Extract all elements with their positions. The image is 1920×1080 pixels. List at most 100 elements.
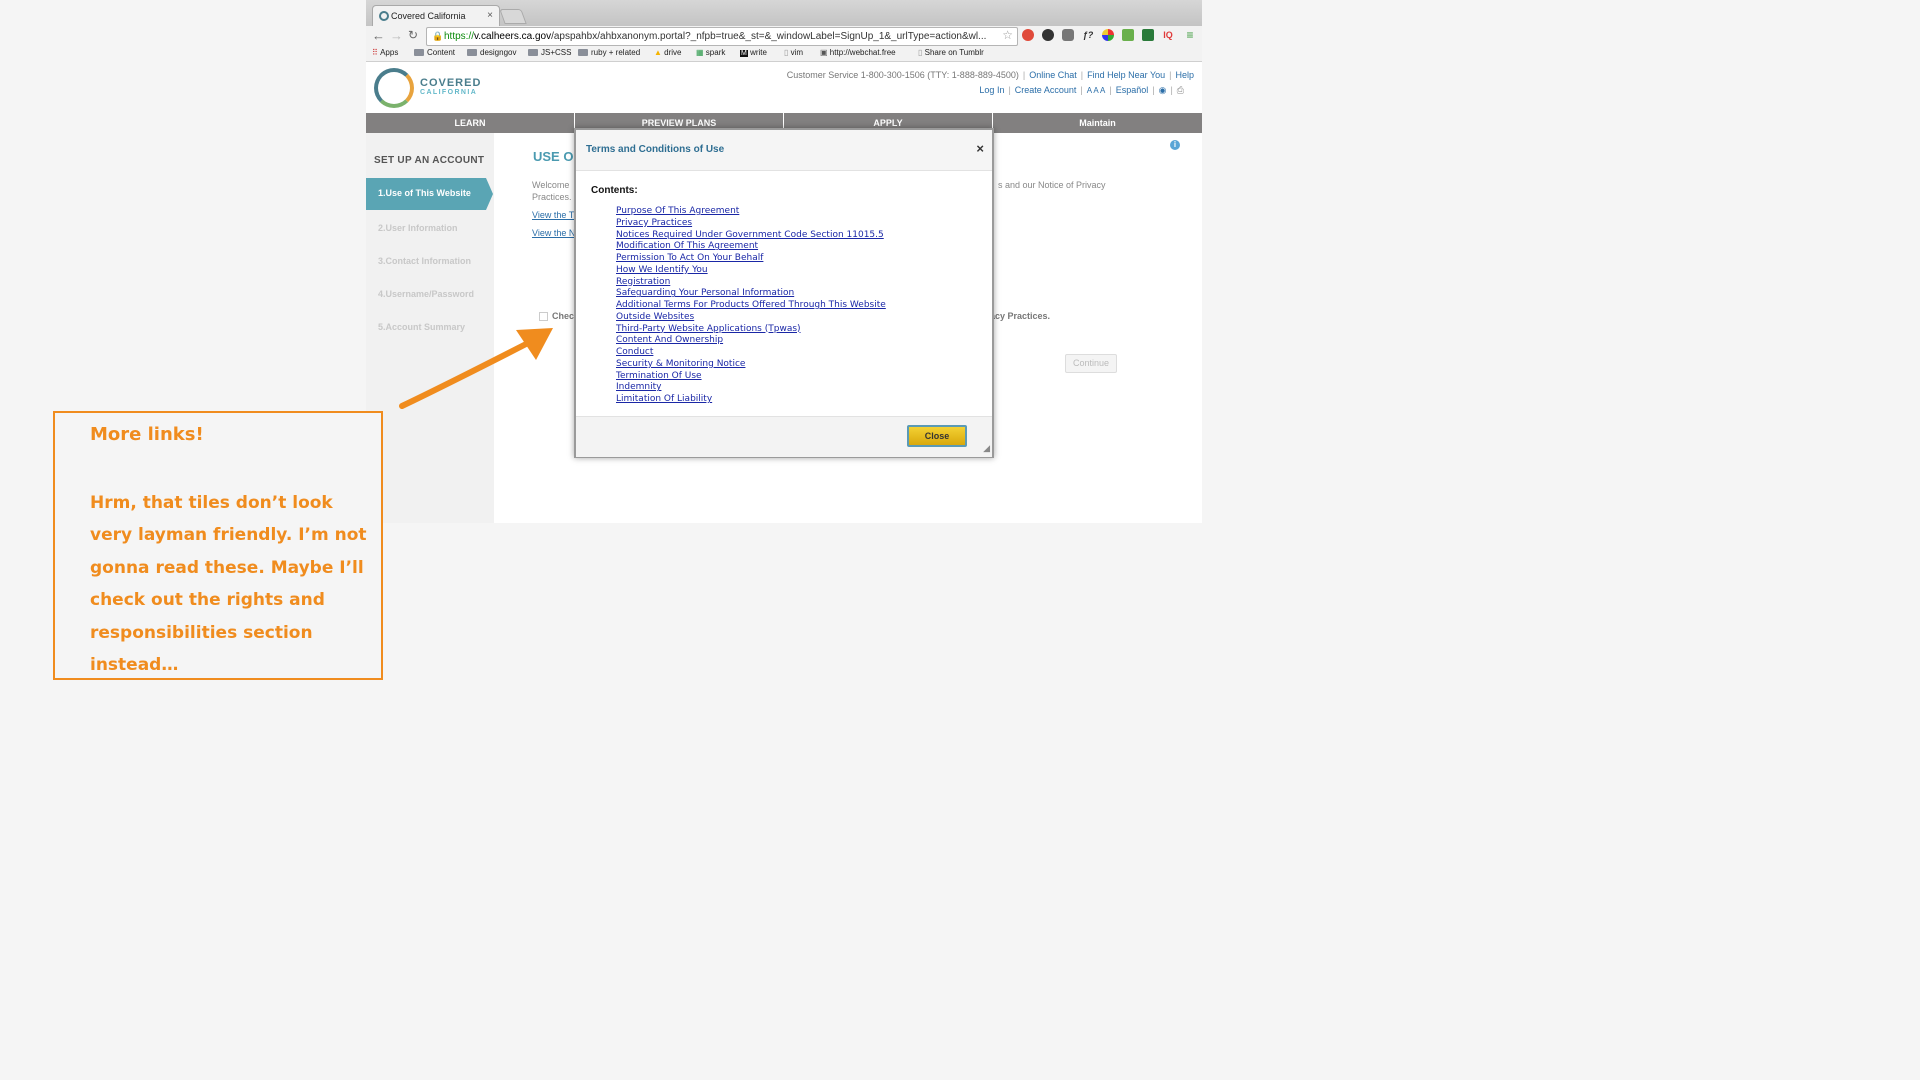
- nav-maintain[interactable]: Maintain: [993, 113, 1202, 133]
- annotation-body: Hrm, that tiles don’t look very layman f…: [90, 493, 367, 676]
- welcome-text: Welcome: [532, 180, 570, 190]
- toc-link[interactable]: Registration: [616, 277, 670, 287]
- continue-button[interactable]: Continue: [1065, 354, 1117, 373]
- tab-strip: Covered California ×: [366, 0, 1202, 27]
- view-notice-link[interactable]: View the N: [532, 228, 575, 238]
- bookmark-ruby[interactable]: ruby + related: [578, 48, 640, 57]
- create-account-link[interactable]: Create Account: [1015, 85, 1077, 95]
- log-in-link[interactable]: Log In: [979, 85, 1004, 95]
- list-item: Permission To Act On Your Behalf: [616, 252, 886, 264]
- toc-link[interactable]: Notices Required Under Government Code S…: [616, 230, 884, 240]
- bookmarks-bar: ⠿ Apps Content designgov JS+CSS ruby + r…: [366, 46, 1202, 62]
- pages-extension-icon[interactable]: [1122, 29, 1134, 41]
- list-item: How We Identify You: [616, 264, 886, 276]
- help-link[interactable]: Help: [1175, 70, 1194, 80]
- lock-icon: 🔒: [432, 31, 444, 41]
- bookmark-vim[interactable]: ▯ vim: [784, 48, 803, 57]
- logo-title[interactable]: COVERED: [420, 77, 481, 89]
- back-arrow-icon[interactable]: ←: [372, 28, 385, 43]
- tab-close-icon[interactable]: ×: [487, 10, 493, 21]
- pocket-extension-icon[interactable]: [1062, 29, 1074, 41]
- print-icon[interactable]: ⎙: [1177, 85, 1184, 95]
- info-icon[interactable]: i: [1170, 140, 1180, 150]
- bookmark-drive[interactable]: ▲ drive: [654, 48, 682, 57]
- find-help-link[interactable]: Find Help Near You: [1087, 70, 1165, 80]
- modal-title: Terms and Conditions of Use: [586, 144, 725, 155]
- browser-toolbar: ← → ↻ 🔒 https://v.calheers.ca.gov/apspah…: [366, 26, 1202, 46]
- header-top-links: Customer Service 1-800-300-1506 (TTY: 1-…: [786, 70, 1194, 80]
- bookmark-star-icon[interactable]: ☆: [1002, 28, 1013, 44]
- toc-link[interactable]: Limitation Of Liability: [616, 394, 712, 404]
- site-favicon-icon: [379, 11, 389, 21]
- address-bar[interactable]: 🔒 https://v.calheers.ca.gov/apspahbx/ahb…: [426, 27, 1018, 46]
- bookmark-designgov[interactable]: designgov: [467, 48, 516, 57]
- toc-link[interactable]: How We Identify You: [616, 265, 708, 275]
- toc-link[interactable]: Indemnity: [616, 382, 661, 392]
- covered-california-logo-icon[interactable]: [374, 68, 414, 108]
- function-extension-icon[interactable]: ƒ?: [1082, 29, 1094, 41]
- list-item: Modification Of This Agreement: [616, 240, 886, 252]
- toc-link[interactable]: Termination Of Use: [616, 371, 702, 381]
- resize-handle-icon[interactable]: ◢: [983, 443, 990, 454]
- dark-extension-icon[interactable]: [1042, 29, 1054, 41]
- adblock-extension-icon[interactable]: [1022, 29, 1034, 41]
- list-item: Notices Required Under Government Code S…: [616, 229, 886, 241]
- forward-arrow-icon[interactable]: →: [390, 28, 403, 43]
- online-chat-link[interactable]: Online Chat: [1029, 70, 1077, 80]
- terms-contents-list: Purpose Of This Agreement Privacy Practi…: [616, 205, 886, 405]
- toc-link[interactable]: Additional Terms For Products Offered Th…: [616, 300, 886, 310]
- toc-link[interactable]: Permission To Act On Your Behalf: [616, 253, 763, 263]
- close-button[interactable]: Close: [907, 425, 967, 447]
- url-text: https://v.calheers.ca.gov/apspahbx/ahbxa…: [444, 31, 987, 42]
- modal-header: Terms and Conditions of Use ×: [576, 130, 992, 171]
- list-item: Safeguarding Your Personal Information: [616, 287, 886, 299]
- customer-service-text: Customer Service 1-800-300-1506 (TTY: 1-…: [786, 70, 1019, 80]
- privacy-notice-text: s and our Notice of Privacy: [998, 180, 1106, 190]
- list-item: Purpose Of This Agreement: [616, 205, 886, 217]
- checkbox-label-tail: acy Practices.: [990, 311, 1051, 321]
- page-title: USE O: [533, 149, 574, 164]
- toc-link[interactable]: Third-Party Website Applications (Tpwas): [616, 324, 801, 334]
- list-item: Conduct: [616, 346, 886, 358]
- toc-link[interactable]: Content And Ownership: [616, 335, 723, 345]
- modal-close-icon[interactable]: ×: [976, 141, 984, 156]
- list-item: Additional Terms For Products Offered Th…: [616, 299, 886, 311]
- bookmark-webchat[interactable]: ▣ http://webchat.free: [820, 48, 896, 57]
- list-item: Privacy Practices: [616, 217, 886, 229]
- color-wheel-extension-icon[interactable]: [1102, 29, 1114, 41]
- toc-link[interactable]: Safeguarding Your Personal Information: [616, 288, 794, 298]
- new-tab-button[interactable]: [499, 9, 527, 24]
- text-size-control[interactable]: A A A: [1087, 86, 1106, 95]
- bookmark-write[interactable]: M write: [740, 48, 767, 57]
- browser-tab[interactable]: Covered California ×: [372, 5, 500, 27]
- sidebar-step-username-password: 4.Username/Password: [378, 289, 475, 299]
- bookmark-js-css[interactable]: JS+CSS: [528, 48, 571, 57]
- reload-icon[interactable]: ↻: [408, 28, 418, 42]
- toc-link[interactable]: Outside Websites: [616, 312, 694, 322]
- toc-link[interactable]: Modification Of This Agreement: [616, 241, 758, 251]
- toc-link[interactable]: Security & Monitoring Notice: [616, 359, 745, 369]
- bookmark-content[interactable]: Content: [414, 48, 455, 57]
- bookmark-spark[interactable]: ▦ spark: [696, 48, 725, 57]
- nav-learn[interactable]: LEARN: [366, 113, 575, 133]
- toc-link[interactable]: Purpose Of This Agreement: [616, 206, 739, 216]
- list-item: Third-Party Website Applications (Tpwas): [616, 323, 886, 335]
- contents-label: Contents:: [591, 185, 638, 196]
- practices-text: Practices.: [532, 192, 572, 202]
- logo-subtitle: CALIFORNIA: [420, 89, 478, 96]
- sidebar-step-use-of-website[interactable]: 1.Use of This Website: [366, 178, 493, 210]
- tab-title: Covered California: [391, 11, 466, 21]
- toc-link[interactable]: Privacy Practices: [616, 218, 692, 228]
- terms-modal: Terms and Conditions of Use × Contents: …: [574, 128, 994, 458]
- bookmark-tumblr[interactable]: ▯ Share on Tumblr: [918, 48, 984, 57]
- view-terms-link[interactable]: View the T: [532, 210, 574, 220]
- menu-icon[interactable]: ≡: [1184, 29, 1196, 41]
- bookmark-apps[interactable]: ⠿ Apps: [372, 48, 398, 57]
- iq-extension-icon[interactable]: IQ: [1162, 29, 1174, 41]
- toc-link[interactable]: Conduct: [616, 347, 653, 357]
- espanol-link[interactable]: Español: [1116, 85, 1149, 95]
- list-item: Outside Websites: [616, 311, 886, 323]
- annotation-arrow: [399, 328, 553, 409]
- evernote-extension-icon[interactable]: [1142, 29, 1154, 41]
- list-item: Security & Monitoring Notice: [616, 358, 886, 370]
